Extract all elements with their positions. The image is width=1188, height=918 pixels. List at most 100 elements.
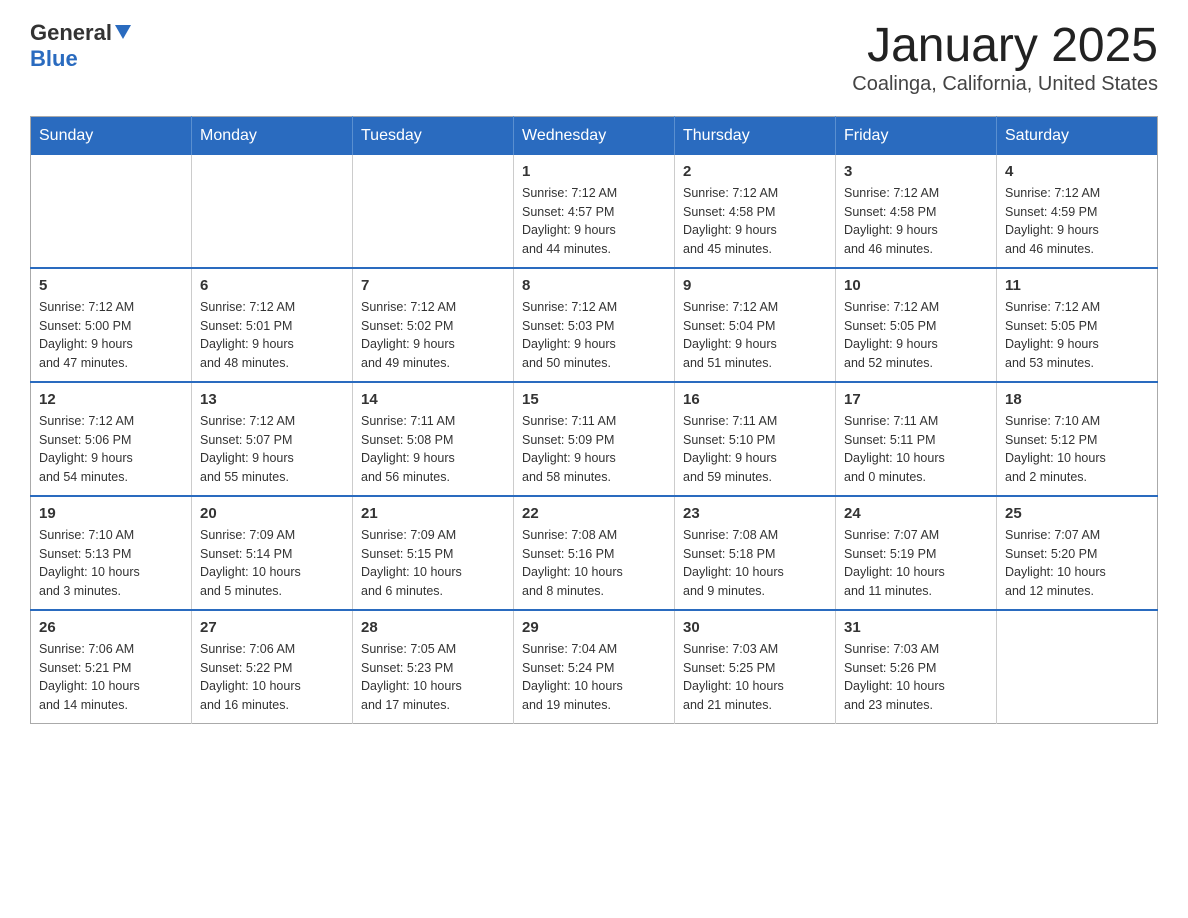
- calendar-cell: 15 Sunrise: 7:11 AM Sunset: 5:09 PM Dayli…: [514, 382, 675, 496]
- day-info: Sunrise: 7:12 AM Sunset: 5:06 PM Dayligh…: [39, 412, 183, 487]
- calendar-week-row: 12Sunrise: 7:12 AM Sunset: 5:06 PM Dayli…: [31, 382, 1158, 496]
- calendar-week-row: 5 Sunrise: 7:12 AM Sunset: 5:00 PM Daylig…: [31, 268, 1158, 382]
- day-info: Sunrise: 7:11 AM Sunset: 5:10 PM Dayligh…: [683, 412, 827, 487]
- day-number: 3: [844, 163, 988, 180]
- calendar-header-friday: Friday: [836, 116, 997, 155]
- logo-triangle-icon: [115, 25, 131, 44]
- calendar-cell: 28 Sunrise: 7:05 AM Sunset: 5:23 PM Dayli…: [353, 610, 514, 724]
- day-number: 6: [200, 277, 344, 294]
- day-info: Sunrise: 7:09 AM Sunset: 5:14 PM Dayligh…: [200, 526, 344, 601]
- calendar-cell: 16 Sunrise: 7:11 AM Sunset: 5:10 PM Dayli…: [675, 382, 836, 496]
- calendar-week-row: 1 Sunrise: 7:12 AM Sunset: 4:57 PM Daylig…: [31, 155, 1158, 268]
- calendar-cell: [353, 155, 514, 268]
- calendar-cell: 19 Sunrise: 7:10 AM Sunset: 5:13 PM Dayli…: [31, 496, 192, 610]
- day-number: 20: [200, 505, 344, 522]
- calendar-cell: 26Sunrise: 7:06 AM Sunset: 5:21 PM Dayli…: [31, 610, 192, 724]
- day-number: 14: [361, 391, 505, 408]
- day-number: 29: [522, 619, 666, 636]
- calendar-cell: 9Sunrise: 7:12 AM Sunset: 5:04 PM Daylig…: [675, 268, 836, 382]
- calendar-cell: 13Sunrise: 7:12 AM Sunset: 5:07 PM Dayli…: [192, 382, 353, 496]
- day-info: Sunrise: 7:06 AM Sunset: 5:22 PM Dayligh…: [200, 640, 344, 715]
- calendar-cell: 23 Sunrise: 7:08 AM Sunset: 5:18 PM Dayli…: [675, 496, 836, 610]
- calendar-cell: 10 Sunrise: 7:12 AM Sunset: 5:05 PM Dayli…: [836, 268, 997, 382]
- day-info: Sunrise: 7:10 AM Sunset: 5:12 PM Dayligh…: [1005, 412, 1149, 487]
- day-number: 16: [683, 391, 827, 408]
- day-number: 10: [844, 277, 988, 294]
- calendar-cell: 12Sunrise: 7:12 AM Sunset: 5:06 PM Dayli…: [31, 382, 192, 496]
- day-info: Sunrise: 7:10 AM Sunset: 5:13 PM Dayligh…: [39, 526, 183, 601]
- day-info: Sunrise: 7:05 AM Sunset: 5:23 PM Dayligh…: [361, 640, 505, 715]
- day-number: 31: [844, 619, 988, 636]
- day-info: Sunrise: 7:12 AM Sunset: 4:58 PM Dayligh…: [683, 184, 827, 259]
- day-info: Sunrise: 7:12 AM Sunset: 4:58 PM Dayligh…: [844, 184, 988, 259]
- day-info: Sunrise: 7:07 AM Sunset: 5:19 PM Dayligh…: [844, 526, 988, 601]
- calendar-cell: [31, 155, 192, 268]
- day-number: 4: [1005, 163, 1149, 180]
- day-info: Sunrise: 7:12 AM Sunset: 5:04 PM Dayligh…: [683, 298, 827, 373]
- day-info: Sunrise: 7:04 AM Sunset: 5:24 PM Dayligh…: [522, 640, 666, 715]
- title-block: January 2025 Coalinga, California, Unite…: [852, 20, 1158, 96]
- day-info: Sunrise: 7:12 AM Sunset: 5:01 PM Dayligh…: [200, 298, 344, 373]
- calendar-header-row: SundayMondayTuesdayWednesdayThursdayFrid…: [31, 116, 1158, 155]
- calendar-cell: 27 Sunrise: 7:06 AM Sunset: 5:22 PM Dayli…: [192, 610, 353, 724]
- page-subtitle: Coalinga, California, United States: [852, 73, 1158, 96]
- calendar-header-saturday: Saturday: [997, 116, 1158, 155]
- day-number: 17: [844, 391, 988, 408]
- day-info: Sunrise: 7:03 AM Sunset: 5:26 PM Dayligh…: [844, 640, 988, 715]
- calendar-header-tuesday: Tuesday: [353, 116, 514, 155]
- day-number: 13: [200, 391, 344, 408]
- day-number: 2: [683, 163, 827, 180]
- day-number: 24: [844, 505, 988, 522]
- calendar-cell: 21Sunrise: 7:09 AM Sunset: 5:15 PM Dayli…: [353, 496, 514, 610]
- calendar-cell: 24 Sunrise: 7:07 AM Sunset: 5:19 PM Dayli…: [836, 496, 997, 610]
- calendar-cell: 14 Sunrise: 7:11 AM Sunset: 5:08 PM Dayli…: [353, 382, 514, 496]
- page-title: January 2025: [852, 20, 1158, 73]
- day-number: 28: [361, 619, 505, 636]
- day-info: Sunrise: 7:12 AM Sunset: 5:03 PM Dayligh…: [522, 298, 666, 373]
- page-header: General Blue January 2025 Coalinga, Cali…: [30, 20, 1158, 96]
- calendar-week-row: 26Sunrise: 7:06 AM Sunset: 5:21 PM Dayli…: [31, 610, 1158, 724]
- day-info: Sunrise: 7:11 AM Sunset: 5:09 PM Dayligh…: [522, 412, 666, 487]
- calendar-cell: 7Sunrise: 7:12 AM Sunset: 5:02 PM Daylig…: [353, 268, 514, 382]
- day-number: 5: [39, 277, 183, 294]
- calendar-cell: 20 Sunrise: 7:09 AM Sunset: 5:14 PM Dayli…: [192, 496, 353, 610]
- day-info: Sunrise: 7:08 AM Sunset: 5:18 PM Dayligh…: [683, 526, 827, 601]
- day-info: Sunrise: 7:12 AM Sunset: 4:59 PM Dayligh…: [1005, 184, 1149, 259]
- day-number: 23: [683, 505, 827, 522]
- day-number: 15: [522, 391, 666, 408]
- day-number: 11: [1005, 277, 1149, 294]
- day-number: 19: [39, 505, 183, 522]
- day-info: Sunrise: 7:11 AM Sunset: 5:08 PM Dayligh…: [361, 412, 505, 487]
- day-info: Sunrise: 7:06 AM Sunset: 5:21 PM Dayligh…: [39, 640, 183, 715]
- day-info: Sunrise: 7:12 AM Sunset: 5:02 PM Dayligh…: [361, 298, 505, 373]
- calendar-cell: 25 Sunrise: 7:07 AM Sunset: 5:20 PM Dayli…: [997, 496, 1158, 610]
- day-info: Sunrise: 7:12 AM Sunset: 4:57 PM Dayligh…: [522, 184, 666, 259]
- day-number: 1: [522, 163, 666, 180]
- calendar-cell: 3 Sunrise: 7:12 AM Sunset: 4:58 PM Daylig…: [836, 155, 997, 268]
- calendar-header-thursday: Thursday: [675, 116, 836, 155]
- day-info: Sunrise: 7:07 AM Sunset: 5:20 PM Dayligh…: [1005, 526, 1149, 601]
- day-number: 27: [200, 619, 344, 636]
- day-number: 30: [683, 619, 827, 636]
- day-number: 8: [522, 277, 666, 294]
- day-number: 21: [361, 505, 505, 522]
- calendar-table: SundayMondayTuesdayWednesdayThursdayFrid…: [30, 116, 1158, 724]
- logo-text-block: General Blue: [30, 20, 131, 72]
- calendar-cell: 11 Sunrise: 7:12 AM Sunset: 5:05 PM Dayli…: [997, 268, 1158, 382]
- day-number: 18: [1005, 391, 1149, 408]
- calendar-cell: 1 Sunrise: 7:12 AM Sunset: 4:57 PM Daylig…: [514, 155, 675, 268]
- calendar-cell: [192, 155, 353, 268]
- day-info: Sunrise: 7:12 AM Sunset: 5:00 PM Dayligh…: [39, 298, 183, 373]
- calendar-cell: 29 Sunrise: 7:04 AM Sunset: 5:24 PM Dayli…: [514, 610, 675, 724]
- day-number: 22: [522, 505, 666, 522]
- calendar-week-row: 19 Sunrise: 7:10 AM Sunset: 5:13 PM Dayli…: [31, 496, 1158, 610]
- day-info: Sunrise: 7:12 AM Sunset: 5:05 PM Dayligh…: [1005, 298, 1149, 373]
- logo: General Blue: [30, 20, 131, 72]
- calendar-cell: 2 Sunrise: 7:12 AM Sunset: 4:58 PM Daylig…: [675, 155, 836, 268]
- calendar-cell: 4 Sunrise: 7:12 AM Sunset: 4:59 PM Daylig…: [997, 155, 1158, 268]
- logo-general: General: [30, 20, 112, 46]
- day-info: Sunrise: 7:12 AM Sunset: 5:05 PM Dayligh…: [844, 298, 988, 373]
- day-number: 25: [1005, 505, 1149, 522]
- calendar-header-sunday: Sunday: [31, 116, 192, 155]
- day-info: Sunrise: 7:08 AM Sunset: 5:16 PM Dayligh…: [522, 526, 666, 601]
